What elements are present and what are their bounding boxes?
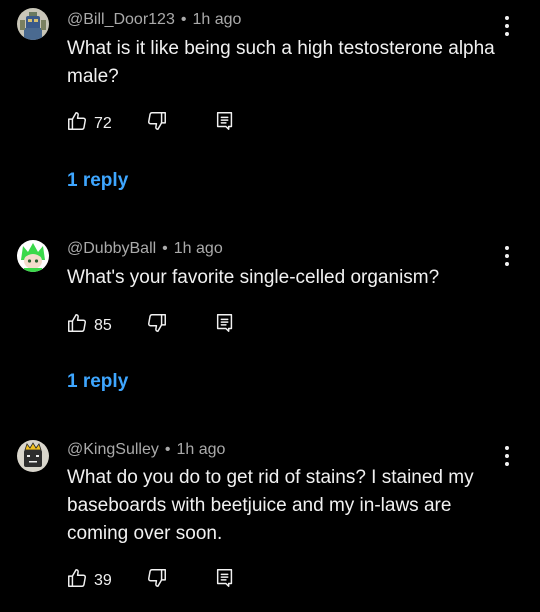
avatar[interactable]: [17, 240, 49, 272]
reply-comment-icon: [214, 567, 236, 594]
comment-actions: 85: [66, 312, 266, 336]
reply-comment-icon: [214, 312, 236, 339]
dislike-button[interactable]: [146, 312, 168, 339]
meta-separator: •: [164, 441, 171, 458]
comment-time: 1h ago: [192, 11, 242, 28]
meta-separator: •: [162, 240, 168, 257]
reply-button[interactable]: [214, 312, 236, 339]
reply-comment-icon: [214, 110, 236, 137]
comment-meta: @KingSulley • 1h ago: [67, 441, 225, 459]
like-count: 85: [94, 316, 112, 334]
thumbs-down-icon: [146, 312, 168, 339]
dislike-button[interactable]: [146, 567, 168, 594]
comment-meta: @DubbyBall • 1h ago: [67, 240, 223, 258]
dislike-button[interactable]: [146, 110, 168, 137]
comment-actions: 39: [66, 567, 266, 591]
thumbs-up-icon: [66, 567, 88, 594]
comment-time: 1h ago: [173, 240, 223, 257]
avatar[interactable]: [17, 8, 49, 40]
thumbs-down-icon: [146, 110, 168, 137]
thumbs-up-icon: [66, 110, 88, 137]
comment-text: What is it like being such a high testos…: [67, 38, 495, 87]
comment-item: @Bill_Door123 • 1h ago What is it like bei…: [0, 0, 540, 200]
comment-meta: @Bill_Door123 • 1h ago: [67, 11, 241, 29]
author-name[interactable]: @KingSulley: [67, 441, 159, 458]
like-button[interactable]: 39: [66, 567, 112, 594]
reply-button[interactable]: [214, 110, 236, 137]
replies-toggle[interactable]: 1 reply: [67, 170, 128, 192]
thumbs-up-icon: [66, 312, 88, 339]
meta-separator: •: [180, 11, 187, 28]
comment-text: What do you do to get rid of stains? I s…: [67, 467, 474, 544]
avatar[interactable]: [17, 440, 49, 472]
comment-text: What's your favorite single-celled organ…: [67, 267, 440, 288]
thumbs-down-icon: [146, 567, 168, 594]
comment-item: @KingSulley • 1h ago What do you do to get…: [0, 430, 540, 612]
comment-time: 1h ago: [176, 441, 226, 458]
reply-button[interactable]: [214, 567, 236, 594]
like-button[interactable]: 85: [66, 312, 112, 339]
author-name[interactable]: @Bill_Door123: [67, 11, 175, 28]
like-count: 72: [94, 114, 112, 132]
author-name[interactable]: @DubbyBall: [67, 240, 156, 257]
like-count: 39: [94, 571, 112, 589]
replies-toggle[interactable]: 1 reply: [67, 371, 128, 393]
like-button[interactable]: 72: [66, 110, 112, 137]
comment-actions: 72: [66, 110, 266, 134]
comment-item: @DubbyBall • 1h ago What's your favorite s…: [0, 230, 540, 430]
